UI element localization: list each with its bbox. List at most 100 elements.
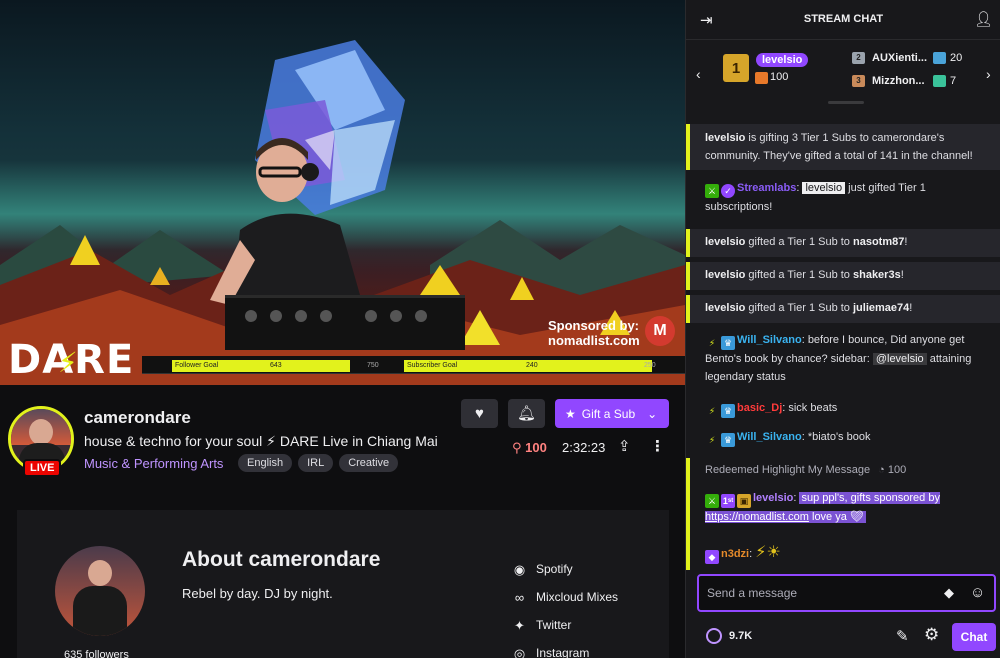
leader-1-name[interactable]: levelsio <box>756 53 809 67</box>
notifications-button[interactable]: 🔔︎ <box>508 399 545 428</box>
link-spotify[interactable]: ◉ Spotify <box>511 555 618 583</box>
sponsor-line-1: Sponsored by: <box>548 318 640 333</box>
bell-icon: 🔔︎ <box>516 405 537 422</box>
leaderboard-drag-handle[interactable] <box>828 101 864 104</box>
gift-rank-1-icon: 1 <box>723 54 749 82</box>
channel-name[interactable]: camerondare <box>84 408 191 428</box>
chat-username[interactable]: Streamlabs <box>737 182 796 194</box>
stream-title: house & techno for your soul ⚡ DARE Live… <box>84 433 438 449</box>
tag-english[interactable]: English <box>238 454 293 472</box>
tag-creative[interactable]: Creative <box>339 454 399 472</box>
chat-username[interactable]: n3dzi <box>721 548 749 560</box>
about-panel: 635 followers About camerondare Rebel by… <box>17 510 669 658</box>
subscriber-goal-label: Subscriber Goal <box>407 362 458 369</box>
link-spotify-label: Spotify <box>536 562 573 576</box>
gift-rank-3-icon: 3 <box>852 75 865 87</box>
chat-text: gifted a Tier 1 Sub to <box>745 269 853 281</box>
chat-username[interactable]: basic_Dj <box>737 402 782 414</box>
gift-leaderboard: ‹ 1 levelsio 100 2 AUXienti... 20 3 Mizz… <box>686 40 1000 104</box>
chat-username[interactable]: levelsio <box>753 492 793 504</box>
leader-2-name[interactable]: AUXienti... <box>872 52 927 64</box>
video-player[interactable]: DARE ⚡ Follower Goal 643 750 Subscriber … <box>0 0 685 385</box>
heart-icon: ♥ <box>475 405 484 422</box>
stream-category-link[interactable]: Music & Performing Arts <box>84 456 223 471</box>
gear-icon[interactable]: ⚙ <box>924 625 939 645</box>
star-icon: ★ <box>565 406 576 421</box>
gift-icon <box>755 72 768 84</box>
follow-button[interactable]: ♥ <box>461 399 498 428</box>
about-title: About camerondare <box>182 548 381 571</box>
chat-link[interactable]: https://nomadlist.com <box>705 511 809 523</box>
subscriber-goal-max: 250 <box>644 362 656 369</box>
community-users-icon[interactable]: 👤︎ <box>974 10 993 28</box>
chat-message: ◆ n3dzi: ⚡☀ <box>686 544 1000 564</box>
redeem-cost: 100 <box>887 464 907 476</box>
chat-username[interactable]: Will_Silvano <box>737 431 802 443</box>
link-instagram[interactable]: ◎ Instagram <box>511 639 618 658</box>
share-icon[interactable]: ⇪ <box>618 437 631 455</box>
about-bio: Rebel by day. DJ by night. <box>182 586 333 601</box>
chat-message: ⚡ ♛ Will_Silvano: *biato's book <box>686 428 1000 447</box>
chat-mention[interactable]: levelsio <box>802 182 846 194</box>
bits-icon[interactable]: ◆ <box>944 585 954 601</box>
verified-badge-icon: ✓ <box>721 184 735 198</box>
chat-username[interactable]: levelsio <box>705 302 745 314</box>
gift-recipient[interactable]: nasotm87 <box>853 236 904 248</box>
gift-recipient[interactable]: shaker3s <box>853 269 901 281</box>
bits-badge-icon: ⚡ <box>708 338 716 348</box>
channel-points-balance: 9.7K <box>729 630 753 642</box>
link-mixcloud[interactable]: ∞ Mixcloud Mixes <box>511 583 618 611</box>
follower-goal-label: Follower Goal <box>175 362 219 369</box>
tag-irl[interactable]: IRL <box>298 454 334 472</box>
leader-2-count: 20 <box>950 52 963 64</box>
gift-recipient[interactable]: juliemae74 <box>853 302 909 314</box>
leader-3-name[interactable]: Mizzhon... <box>872 75 925 87</box>
chat-text: : *biato's book <box>801 431 871 443</box>
gift-sub-button[interactable]: ★ Gift a Sub ⌄ <box>555 399 669 428</box>
send-chat-button[interactable]: Chat <box>952 623 996 651</box>
lightning-bolt-icon: ⚡ <box>58 347 78 378</box>
chat-username[interactable]: Will_Silvano <box>737 334 802 346</box>
chat-messages: levelsio is gifting 3 Tier 1 Subs to cam… <box>686 110 1000 572</box>
more-vertical-icon[interactable]: ⋮ <box>650 437 665 455</box>
live-badge: LIVE <box>23 459 62 477</box>
chat-text: love ya <box>808 511 850 523</box>
chat-text: : sick beats <box>782 402 838 414</box>
bits-badge-icon: ⚡ <box>708 435 716 445</box>
emote-icon: ⚡☀ <box>755 544 781 561</box>
person-icon: ⚲ <box>512 440 522 455</box>
chat-message: levelsio gifted a Tier 1 Sub to juliemae… <box>686 295 1000 323</box>
subscriber-badge-icon: ♛ <box>721 433 735 447</box>
link-twitter[interactable]: ✦ Twitter <box>511 611 618 639</box>
chat-message: levelsio gifted a Tier 1 Sub to nasotm87… <box>686 229 1000 257</box>
chat-mention[interactable]: @levelsio <box>872 353 927 365</box>
follower-count: 635 followers <box>64 649 129 658</box>
chat-username[interactable]: levelsio <box>705 269 745 281</box>
emote-picker-icon[interactable]: ☺ <box>970 584 985 601</box>
gift-icon <box>933 52 946 64</box>
purple-heart-icon: 💜︎ <box>849 511 864 523</box>
sponsor-text: Sponsored by: nomadlist.com <box>548 318 640 348</box>
link-mixcloud-label: Mixcloud Mixes <box>536 590 619 604</box>
redeem-header: Redeemed Highlight My Message ◔ 100 <box>705 461 991 479</box>
spotify-icon: ◉ <box>513 561 526 577</box>
chevron-right-icon[interactable]: › <box>986 66 991 82</box>
channel-points-icon: ◔ <box>878 464 885 476</box>
about-avatar <box>55 546 145 636</box>
subscriber-goal-bar: Subscriber Goal 240 <box>404 360 652 372</box>
chat-message: levelsio gifted a Tier 1 Sub to shaker3s… <box>686 262 1000 290</box>
bits-pen-icon[interactable]: ✎ <box>896 627 909 645</box>
leader-3-count: 7 <box>950 75 957 87</box>
gift-rank-2-icon: 2 <box>852 52 865 64</box>
chevron-left-icon[interactable]: ‹ <box>696 66 701 82</box>
gift-icon <box>933 75 946 87</box>
chat-username[interactable]: levelsio <box>705 236 745 248</box>
channel-points-icon[interactable] <box>706 628 722 644</box>
follower-goal-current: 643 <box>270 362 282 369</box>
stream-chat: ⇥ STREAM CHAT 👤︎ ‹ 1 levelsio 100 2 AUXi… <box>685 0 1000 658</box>
chat-username[interactable]: levelsio <box>705 132 745 144</box>
social-links: ◉ Spotify ∞ Mixcloud Mixes ✦ Twitter ◎ I… <box>511 555 618 658</box>
viewer-count: ⚲ 100 <box>512 440 547 456</box>
chat-input[interactable] <box>707 585 937 601</box>
subscriber-badge-icon: ♛ <box>721 336 735 350</box>
